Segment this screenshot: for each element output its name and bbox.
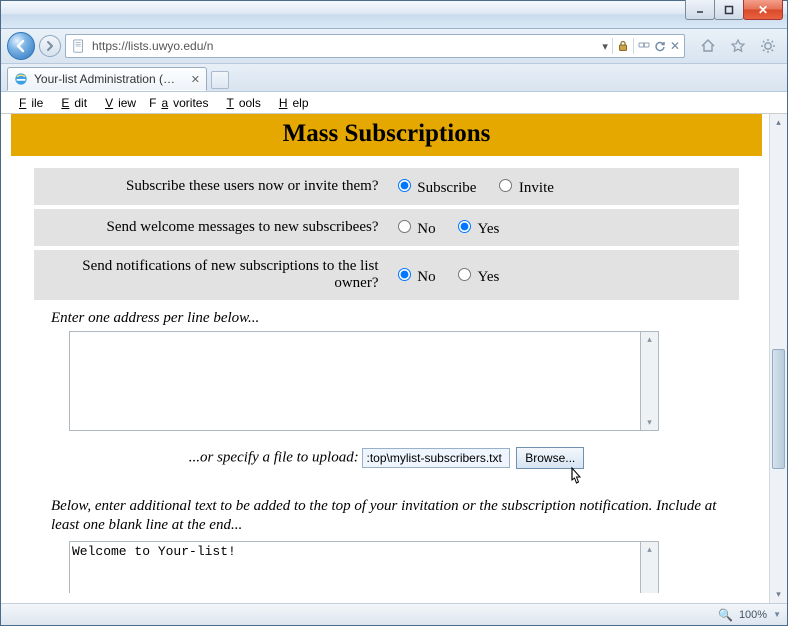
page-icon xyxy=(72,39,86,53)
row-welcome-messages: Send welcome messages to new subscribees… xyxy=(34,207,740,248)
maximize-button[interactable] xyxy=(714,0,744,20)
menu-help[interactable]: Help xyxy=(269,94,314,112)
cursor-pointer-icon xyxy=(566,465,586,494)
close-button[interactable]: ✕ xyxy=(743,0,783,20)
row-subscribe-or-invite: Subscribe these users now or invite them… xyxy=(34,168,740,207)
window-controls: ✕ xyxy=(686,0,783,20)
lock-icon xyxy=(617,40,629,52)
options-table: Subscribe these users now or invite them… xyxy=(34,168,740,300)
page-scrollbar[interactable]: ▴ ▾ xyxy=(769,114,787,603)
zoom-dropdown-icon[interactable]: ▼ xyxy=(773,610,781,619)
extra-text-note: Below, enter additional text to be added… xyxy=(51,497,722,535)
toolbar-icons xyxy=(699,37,777,55)
addresses-note: Enter one address per line below... xyxy=(51,310,762,327)
home-icon[interactable] xyxy=(699,37,717,55)
menu-bar: File Edit View Favorites Tools Help xyxy=(1,92,787,114)
new-tab-button[interactable] xyxy=(211,71,229,89)
url-input[interactable] xyxy=(90,38,598,54)
extra-text-textarea[interactable] xyxy=(69,541,641,594)
scroll-up-icon[interactable]: ▴ xyxy=(770,114,787,131)
zoom-level: 100% xyxy=(739,609,767,621)
q2-opt-no[interactable]: No xyxy=(393,221,436,237)
scroll-down-icon[interactable]: ▾ xyxy=(770,586,787,603)
page-heading: Mass Subscriptions xyxy=(11,120,762,148)
minimize-button[interactable] xyxy=(685,0,715,20)
extra-text-wrap: ▴▾ xyxy=(69,541,659,594)
zoom-icon[interactable]: 🔍 xyxy=(718,608,733,622)
favorites-icon[interactable] xyxy=(729,37,747,55)
menu-edit[interactable]: Edit xyxy=(51,94,92,112)
tab-strip: Your-list Administration (M... ✕ xyxy=(1,64,787,92)
menu-tools[interactable]: Tools xyxy=(216,94,265,112)
q3-opt-no[interactable]: No xyxy=(393,269,436,285)
tools-icon[interactable] xyxy=(759,37,777,55)
menu-view[interactable]: View xyxy=(95,94,141,112)
q1-opt-subscribe[interactable]: Subscribe xyxy=(393,180,477,196)
q2-label: Send welcome messages to new subscribees… xyxy=(34,207,387,248)
forward-button[interactable] xyxy=(39,35,61,57)
page-banner: Mass Subscriptions xyxy=(11,114,762,156)
tab-active[interactable]: Your-list Administration (M... ✕ xyxy=(7,67,207,91)
window-titlebar: ✕ xyxy=(1,1,787,29)
row-owner-notifications: Send notifications of new subscriptions … xyxy=(34,248,740,300)
menu-favorites[interactable]: Favorites xyxy=(144,94,213,112)
status-bar: 🔍 100% ▼ xyxy=(1,603,787,625)
page-viewport: Mass Subscriptions Subscribe these users… xyxy=(11,114,762,593)
addresses-wrap: ▴▾ xyxy=(69,331,659,431)
nav-toolbar: ▾ ✕ xyxy=(1,29,787,64)
upload-row: ...or specify a file to upload: Browse..… xyxy=(11,447,762,469)
tab-close-icon[interactable]: ✕ xyxy=(191,73,200,86)
q1-label: Subscribe these users now or invite them… xyxy=(34,168,387,207)
back-button[interactable] xyxy=(7,32,35,60)
url-dropdown-icon[interactable]: ▾ xyxy=(602,40,608,53)
q3-label: Send notifications of new subscriptions … xyxy=(34,248,387,300)
upload-filename-field[interactable] xyxy=(362,448,510,468)
menu-file[interactable]: File xyxy=(9,94,48,112)
extra-text-scrollbar[interactable]: ▴▾ xyxy=(641,541,659,594)
q1-opt-invite[interactable]: Invite xyxy=(494,180,554,196)
content-area: Mass Subscriptions Subscribe these users… xyxy=(1,114,787,603)
q2-opt-yes[interactable]: Yes xyxy=(453,221,499,237)
tab-title: Your-list Administration (M... xyxy=(34,72,181,86)
address-bar[interactable]: ▾ ✕ xyxy=(65,34,685,58)
browser-window: ✕ ▾ ✕ xyxy=(0,0,788,626)
scroll-thumb[interactable] xyxy=(772,349,785,469)
ie-icon xyxy=(14,72,28,86)
compat-icon[interactable] xyxy=(638,40,650,52)
upload-note: ...or specify a file to upload: xyxy=(189,449,359,465)
addresses-textarea[interactable] xyxy=(69,331,641,431)
browse-button[interactable]: Browse... xyxy=(516,447,584,469)
addresses-scrollbar[interactable]: ▴▾ xyxy=(641,331,659,431)
stop-icon[interactable]: ✕ xyxy=(670,39,680,53)
q3-opt-yes[interactable]: Yes xyxy=(453,269,499,285)
refresh-icon[interactable] xyxy=(654,40,666,52)
